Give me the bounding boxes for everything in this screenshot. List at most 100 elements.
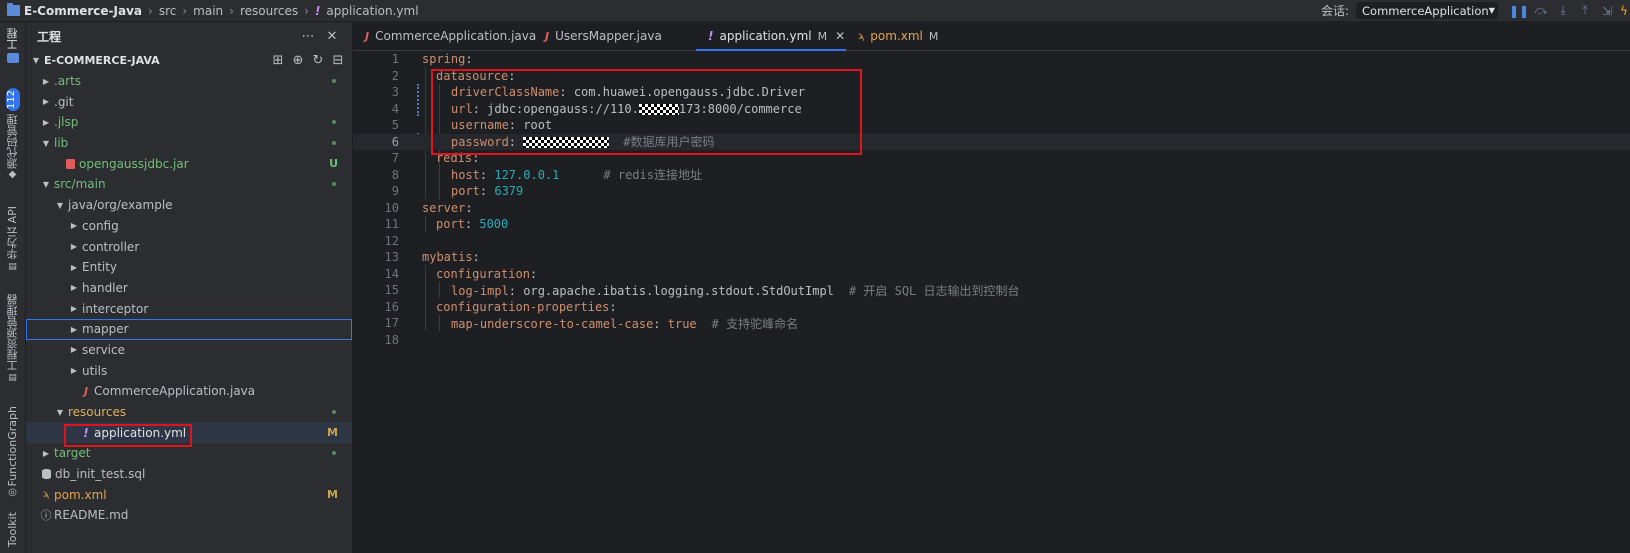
yaml-key: port [436,217,465,232]
tab-application-yml[interactable]: ! application.yml M ✕ [696,22,846,51]
refresh-icon[interactable]: ↻ [308,53,328,68]
line-number: 4 [391,101,399,116]
chevron-right-icon: ▶ [70,283,78,293]
tree-item-java-package[interactable]: ▼ java/org/example [26,195,352,216]
project-panel-header: 工程 ⋯ ✕ [26,22,352,50]
tree-item-mapper[interactable]: ▶ mapper [26,318,352,340]
line-number: 18 [384,332,399,347]
code-line-10: 10 server: [353,200,1630,217]
yaml-value: org.apache.ibatis.logging.stdout.StdOutI… [523,283,834,298]
yaml-sep: : [653,316,668,331]
step-out-icon[interactable]: ⤒ [1574,3,1596,18]
run-config-select[interactable]: CommerceApplication ▼ [1356,2,1498,19]
tree-item-pom[interactable]: ϡ pom.xml M [26,484,352,505]
new-folder-icon[interactable]: ⊕ [288,53,308,68]
tree-item-jdbc-jar[interactable]: opengaussjdbc.jar U [26,153,352,174]
stripe-vcs[interactable]: 112 源代码管理 ◆ [0,88,25,180]
tree-item-interceptor[interactable]: ▶ interceptor [26,298,352,319]
pause-icon[interactable]: ❚❚ [1508,4,1530,18]
step-over-icon[interactable]: ⤼ [1530,3,1552,18]
tree-item-lib[interactable]: ▼ lib [26,133,352,154]
redacted-ip-mask [638,103,679,115]
tree-item-handler[interactable]: ▶ handler [26,278,352,299]
close-icon[interactable]: ✕ [835,29,845,43]
vcs-badge: 112 [5,88,20,112]
collapse-all-icon[interactable]: ⊟ [328,53,348,68]
code-line-17: 17 map-underscore-to-camel-case: true # 支… [353,315,1630,332]
yaml-file-icon: ! [314,3,321,18]
yaml-key: server [422,200,466,215]
status-badge: M [327,426,338,440]
yaml-sep: : [529,266,538,281]
code-editor[interactable]: 1 spring: 2 datasource: 3 driverClassNam… [353,51,1630,553]
more-options-icon[interactable]: ⋯ [296,29,320,44]
new-file-icon[interactable]: ⊞ [268,53,288,68]
breadcrumb-project[interactable]: E-Commerce-Java [24,4,142,18]
stripe-toolkit[interactable]: Toolkit [0,512,25,547]
stripe-huawei-api[interactable]: 华为云 API ▤ [0,206,25,272]
tree-item-label: .git [54,94,74,109]
status-dot [332,410,336,415]
tree-item-commerce-app[interactable]: J CommerceApplication.java [26,381,352,402]
line-number: 1 [391,52,399,67]
code-line-8: 8 host: 127.0.0.1 # redis连接地址 [353,167,1630,184]
line-number: 14 [384,266,399,281]
run-to-cursor-icon[interactable]: ⇲ [1596,4,1618,18]
dropdown-arrow-icon: ▼ [1488,6,1495,15]
code-line-4: 4 url: jdbc:opengauss://110. 173:8000/com… [353,101,1630,118]
java-file-icon: J [365,29,370,43]
tree-item-entity[interactable]: ▶ Entity [26,257,352,278]
chevron-down-icon: ▼ [56,407,64,417]
yaml-key: host [451,168,480,183]
tree-item-label: resources [68,405,127,420]
tree-item-resources[interactable]: ▼ resources [26,402,352,423]
code-line-2: 2 datasource: [353,68,1630,85]
tab-commerce-application[interactable]: J CommerceApplication.java [353,22,537,50]
breadcrumb-resources[interactable]: resources [240,4,298,18]
tree-item-config[interactable]: ▶ config [26,216,352,237]
tree-item-label: .jlsp [54,115,79,130]
tree-item-label: Entity [82,260,118,275]
navigation-bar: E-Commerce-Java › src › main › resources… [0,0,1630,22]
tree-item-service[interactable]: ▶ service [26,340,352,361]
yaml-comment: # 支持驼峰命名 [711,316,799,331]
tree-item-git[interactable]: ▶ .git [26,91,352,112]
chevron-right-icon: ▶ [70,242,78,252]
code-line-11: 11 port: 5000 [353,216,1630,233]
yaml-key: configuration [436,266,530,281]
tree-item-label: service [82,342,125,357]
stripe-function-graph[interactable]: FunctionGraph ◎ [0,406,25,498]
tree-item-controller[interactable]: ▶ controller [26,236,352,257]
close-icon[interactable]: ✕ [320,29,344,44]
code-line-16: 16 configuration-properties: [353,299,1630,316]
step-into-icon[interactable]: ⤓ [1552,3,1574,18]
tree-item-application-yml[interactable]: ! application.yml M [26,422,352,444]
modified-marker: M [928,29,939,43]
breadcrumb-file[interactable]: application.yml [326,4,418,18]
tree-item-jlsp[interactable]: ▶ .jlsp [26,112,352,133]
breadcrumb-main[interactable]: main [193,4,223,18]
lightning-icon[interactable]: ϟ [1618,4,1630,18]
tree-item-readme[interactable]: ⓘ README.md [26,505,352,526]
chevron-right-icon: › [229,3,234,18]
stripe-resource-manager[interactable]: 工程资源管理器 ▤ [0,294,25,383]
folder-icon [7,3,20,16]
tree-item-utils[interactable]: ▶ utils [26,360,352,381]
tab-pom[interactable]: ϡ pom.xml M [846,22,950,50]
yaml-sep: : [508,135,524,150]
database-icon [42,469,51,480]
tree-item-target[interactable]: ▶ target [26,443,352,464]
yaml-sep: : [472,101,488,116]
tab-users-mapper[interactable]: J UsersMapper.java [533,22,696,50]
yaml-key: mybatis [422,250,473,265]
project-panel-title: 工程 [37,29,62,44]
tree-item-db-init[interactable]: db_init_test.sql [26,464,352,485]
stripe-project[interactable]: 工程 [0,28,25,66]
tree-item-arts[interactable]: ▶ .arts [26,71,352,92]
tree-root[interactable]: ▼ E-COMMERCE-JAVA ⊞ ⊕ ↻ ⊟ [26,50,352,71]
tree-item-src-main[interactable]: ▼ src/main [26,174,352,195]
java-file-icon: J [83,384,89,398]
tab-label: CommerceApplication.java [375,29,537,43]
breadcrumb-src[interactable]: src [159,4,177,18]
yaml-value: true [667,316,697,331]
